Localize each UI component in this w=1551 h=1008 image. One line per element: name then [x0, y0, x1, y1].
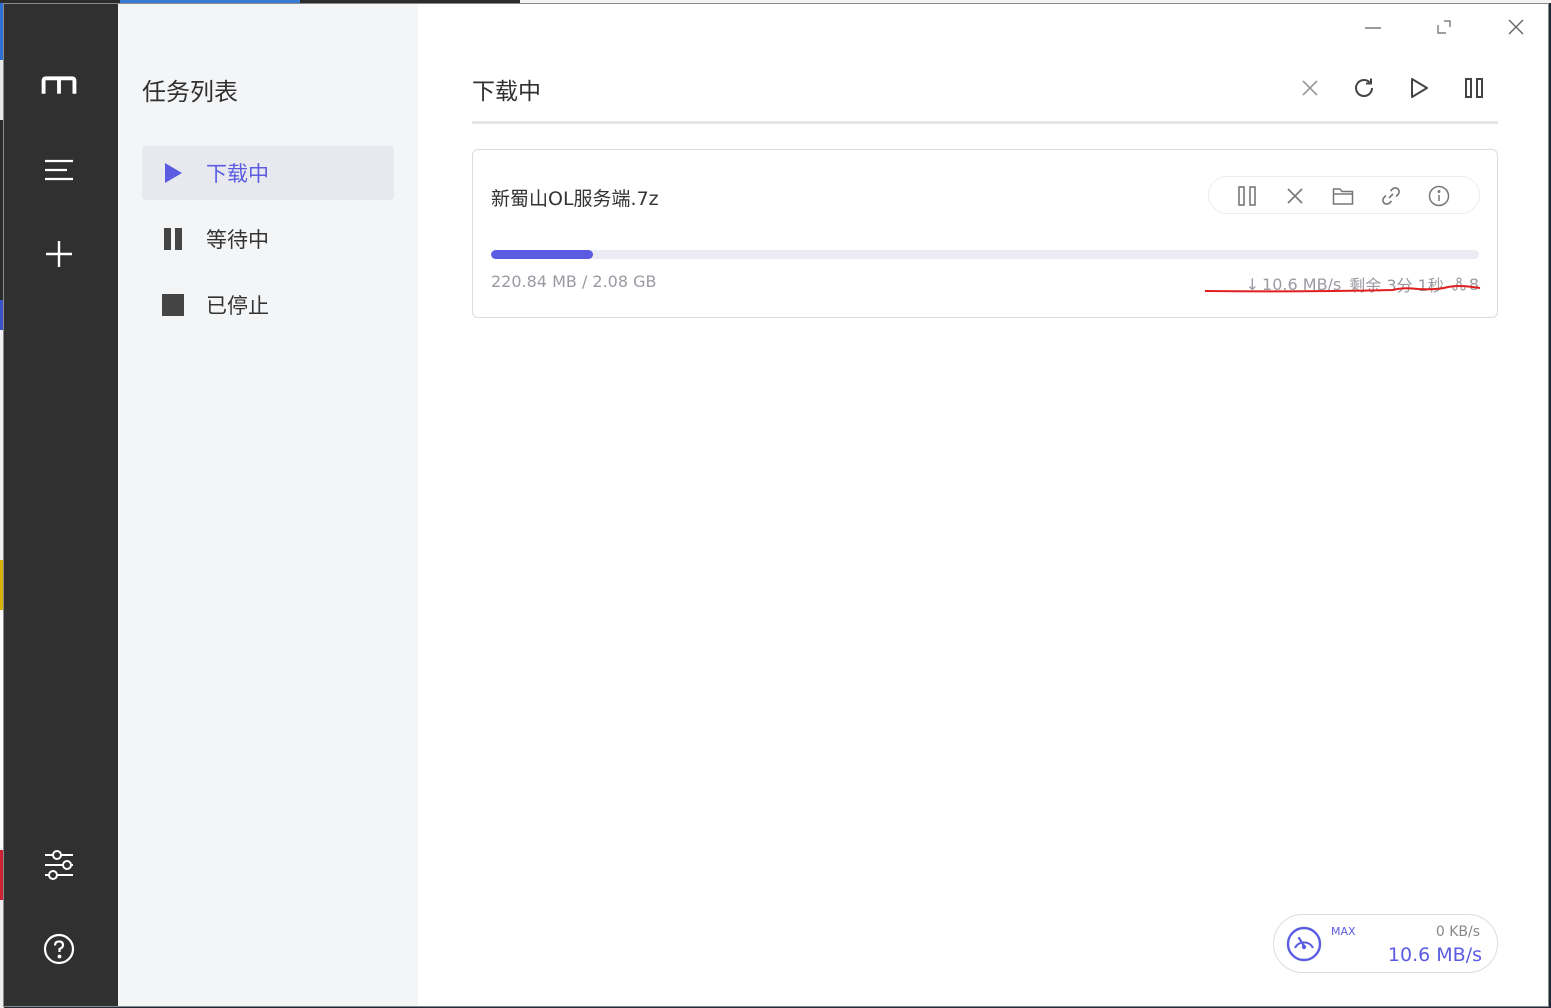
nav-item-stopped[interactable]: 已停止 — [142, 278, 394, 332]
task-progress-bar — [491, 250, 1479, 259]
settings-sliders-icon[interactable] — [41, 847, 77, 883]
app-logo-icon — [41, 68, 77, 104]
play-outline-icon — [1408, 76, 1430, 100]
task-pause-button[interactable] — [1234, 183, 1260, 209]
speed-meter[interactable]: MAX 0 KB/s 10.6 MB/s — [1273, 914, 1498, 973]
task-info-button[interactable] — [1426, 183, 1452, 209]
nav-item-label: 下载中 — [206, 162, 269, 186]
task-link-button[interactable] — [1378, 183, 1404, 209]
download-speed: 10.6 MB/s — [1387, 944, 1482, 966]
pause-all-button[interactable] — [1456, 70, 1492, 106]
task-folder-button[interactable] — [1330, 183, 1356, 209]
sidebar-title: 任务列表 — [142, 78, 238, 106]
nav-item-label: 已停止 — [206, 294, 269, 318]
play-icon — [162, 162, 184, 184]
pause-icon — [162, 228, 184, 250]
info-icon — [1428, 185, 1450, 207]
pause-outline-icon — [1463, 76, 1485, 100]
link-icon — [1380, 185, 1402, 207]
nav-item-label: 等待中 — [206, 228, 269, 252]
task-size: 220.84 MB / 2.08 GB — [491, 272, 657, 291]
task-list-sidebar: 任务列表 下载中 等待中 已停止 — [118, 4, 418, 1006]
refresh-icon — [1352, 76, 1376, 100]
speed-limit-label: MAX — [1331, 925, 1356, 938]
speedometer-icon — [1286, 926, 1322, 962]
upload-speed: 0 KB/s — [1435, 924, 1480, 940]
refresh-button[interactable] — [1346, 70, 1382, 106]
menu-icon[interactable] — [41, 152, 77, 188]
maximize-button[interactable] — [1426, 12, 1462, 42]
task-progress-fill — [491, 250, 594, 259]
task-delete-button[interactable] — [1282, 183, 1308, 209]
resume-all-button[interactable] — [1401, 70, 1437, 106]
page-title: 下载中 — [472, 79, 541, 105]
close-window-button[interactable] — [1498, 12, 1534, 42]
help-icon[interactable] — [41, 931, 77, 967]
stop-icon — [162, 294, 184, 316]
task-actions — [1208, 176, 1480, 214]
red-annotation-underline — [1204, 285, 1481, 293]
header-divider — [472, 121, 1498, 124]
nav-item-waiting[interactable]: 等待中 — [142, 212, 394, 266]
close-icon — [1300, 78, 1320, 98]
add-task-icon[interactable] — [41, 236, 77, 272]
app-window: 任务列表 下载中 等待中 已停止 下载中 新蜀山OL服务端.7z 220.84 … — [3, 3, 1549, 1007]
icon-rail — [4, 4, 118, 1006]
folder-icon — [1332, 186, 1354, 206]
task-name: 新蜀山OL服务端.7z — [491, 188, 659, 210]
nav-item-downloading[interactable]: 下载中 — [142, 146, 394, 200]
task-item[interactable]: 新蜀山OL服务端.7z 220.84 MB / 2.08 GB ↓ 10.6 M… — [472, 149, 1498, 318]
minimize-button[interactable] — [1355, 12, 1391, 42]
main-panel: 下载中 新蜀山OL服务端.7z 220.84 MB / 2.08 GB ↓ 10… — [418, 4, 1548, 1006]
delete-all-button[interactable] — [1292, 70, 1328, 106]
